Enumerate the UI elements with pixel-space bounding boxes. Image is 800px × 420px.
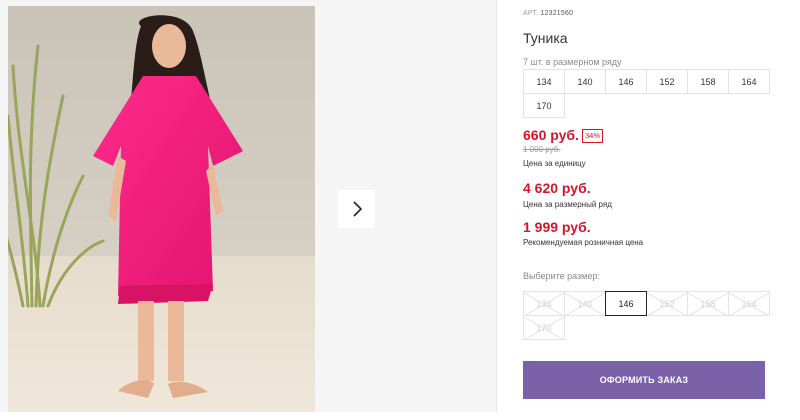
size-option-selected[interactable]: 146 [605, 291, 647, 316]
article-label: АРТ. [523, 10, 539, 17]
size-option: 158 [687, 291, 729, 316]
row-price-label: Цена за размерный ряд [523, 200, 612, 209]
gallery-next-button[interactable] [338, 190, 375, 228]
rrp-price: 1 999 руб. [523, 219, 591, 235]
chevron-right-icon [352, 201, 362, 217]
article-value: 12321560 [540, 10, 574, 17]
product-gallery [0, 0, 497, 412]
rrp-price-label: Рекомендуемая розничная цена [523, 238, 644, 247]
size-row-grid: 134 140 146 152 158 164 170 [523, 69, 770, 118]
choose-size-label: Выберите размер: [523, 271, 600, 281]
article-number: АРТ. 12321560 [523, 10, 573, 17]
product-title: Туника [523, 30, 568, 46]
size-option: 152 [646, 291, 688, 316]
product-page: АРТ. 12321560 Туника 7 шт. в размерном р… [0, 0, 800, 420]
unit-price: 660 руб. [523, 127, 579, 143]
size-row-cell: 134 [523, 69, 565, 94]
sizes-note: 7 шт. в размерном ряду [523, 57, 622, 67]
product-info: АРТ. 12321560 Туника 7 шт. в размерном р… [523, 0, 793, 420]
unit-price-label: Цена за единицу [523, 159, 586, 168]
size-option: 164 [728, 291, 770, 316]
size-option: 140 [564, 291, 606, 316]
discount-badge: 34% [582, 129, 604, 143]
size-row-cell: 140 [564, 69, 606, 94]
product-photo-image [8, 6, 315, 412]
size-option: 134 [523, 291, 565, 316]
size-row-cell: 152 [646, 69, 688, 94]
size-row-cell: 170 [523, 93, 565, 118]
size-row-cell: 164 [728, 69, 770, 94]
old-price: 1 000 руб. [523, 145, 561, 154]
place-order-button[interactable]: ОФОРМИТЬ ЗАКАЗ [523, 361, 765, 399]
size-row-cell: 146 [605, 69, 647, 94]
row-price: 4 620 руб. [523, 180, 591, 196]
size-option: 170 [523, 315, 565, 340]
size-picker: 134 140 146 152 158 164 170 [523, 291, 770, 340]
size-row-cell: 158 [687, 69, 729, 94]
product-photo[interactable] [8, 6, 315, 412]
